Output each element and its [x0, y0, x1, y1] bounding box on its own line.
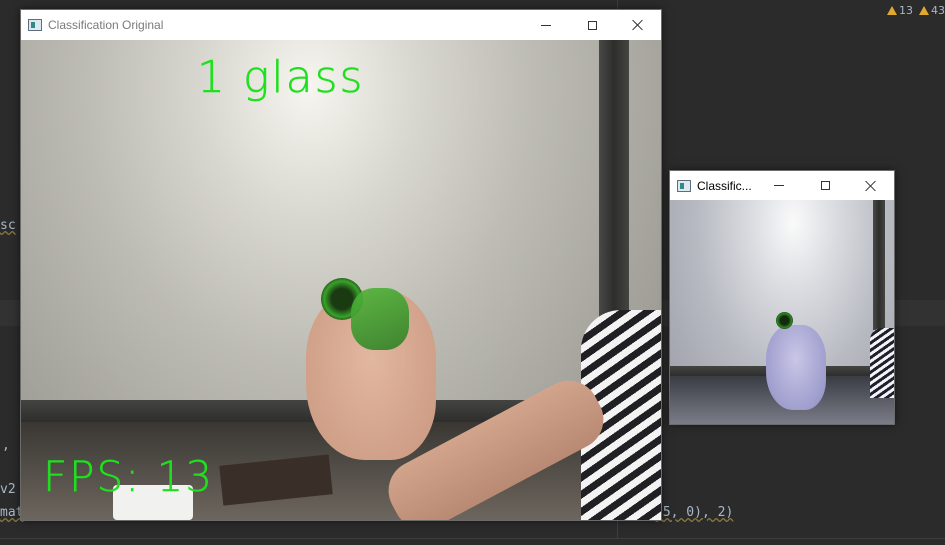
code-fragment[interactable]: sc — [0, 218, 16, 233]
inspection-widget[interactable]: 13 43 — [887, 2, 945, 18]
warning-count[interactable]: 13 — [887, 4, 913, 17]
window-title: Classific... — [697, 178, 752, 193]
maximize-button[interactable] — [569, 10, 615, 40]
weak-warning-count-value: 43 — [931, 3, 945, 17]
camera-feed-small — [670, 200, 894, 424]
classification-original-window: Classification Original 1 glass FPS: 13 — [20, 9, 662, 521]
classification-label: 1 glass — [197, 52, 365, 104]
minimize-icon — [774, 185, 784, 186]
warning-icon — [919, 5, 929, 15]
code-fragment[interactable]: v2 — [0, 482, 16, 497]
app-icon — [28, 19, 42, 31]
title-bar[interactable]: Classification Original — [21, 10, 661, 40]
whiteboard-frame — [873, 200, 885, 330]
striped-shirt — [870, 328, 894, 398]
fps-value: 13 — [156, 452, 215, 502]
code-fragment[interactable]: , — [2, 438, 18, 453]
classification-window: Classific... — [669, 170, 895, 425]
close-icon — [865, 180, 877, 192]
maximize-icon — [820, 181, 830, 190]
minimize-icon — [541, 24, 551, 26]
app-icon — [677, 179, 691, 192]
camera-feed: 1 glass FPS: 13 — [21, 40, 661, 520]
fps-caption: FPS: — [43, 452, 142, 502]
warning-count-value: 13 — [899, 3, 913, 17]
warning-icon — [887, 5, 897, 15]
code-fragment[interactable]: 55, 0), 2) — [655, 505, 733, 520]
glass-bottle — [776, 312, 793, 329]
weak-warning-count[interactable]: 43 — [919, 4, 945, 17]
classification-text: 1 glass — [197, 52, 365, 104]
close-button[interactable] — [848, 171, 894, 200]
window-title: Classification Original — [48, 18, 164, 32]
minimize-button[interactable] — [756, 171, 802, 200]
window-controls — [756, 171, 894, 200]
title-bar[interactable]: Classific... — [670, 171, 894, 200]
fps-label: FPS: 13 — [43, 452, 215, 502]
close-button[interactable] — [615, 10, 661, 40]
ide-divider — [0, 538, 945, 539]
hand — [766, 325, 826, 410]
maximize-icon — [587, 20, 597, 30]
window-controls — [523, 10, 661, 40]
maximize-button[interactable] — [802, 171, 848, 200]
close-icon — [632, 19, 644, 31]
minimize-button[interactable] — [523, 10, 569, 40]
glass-bottle-body — [351, 288, 409, 350]
